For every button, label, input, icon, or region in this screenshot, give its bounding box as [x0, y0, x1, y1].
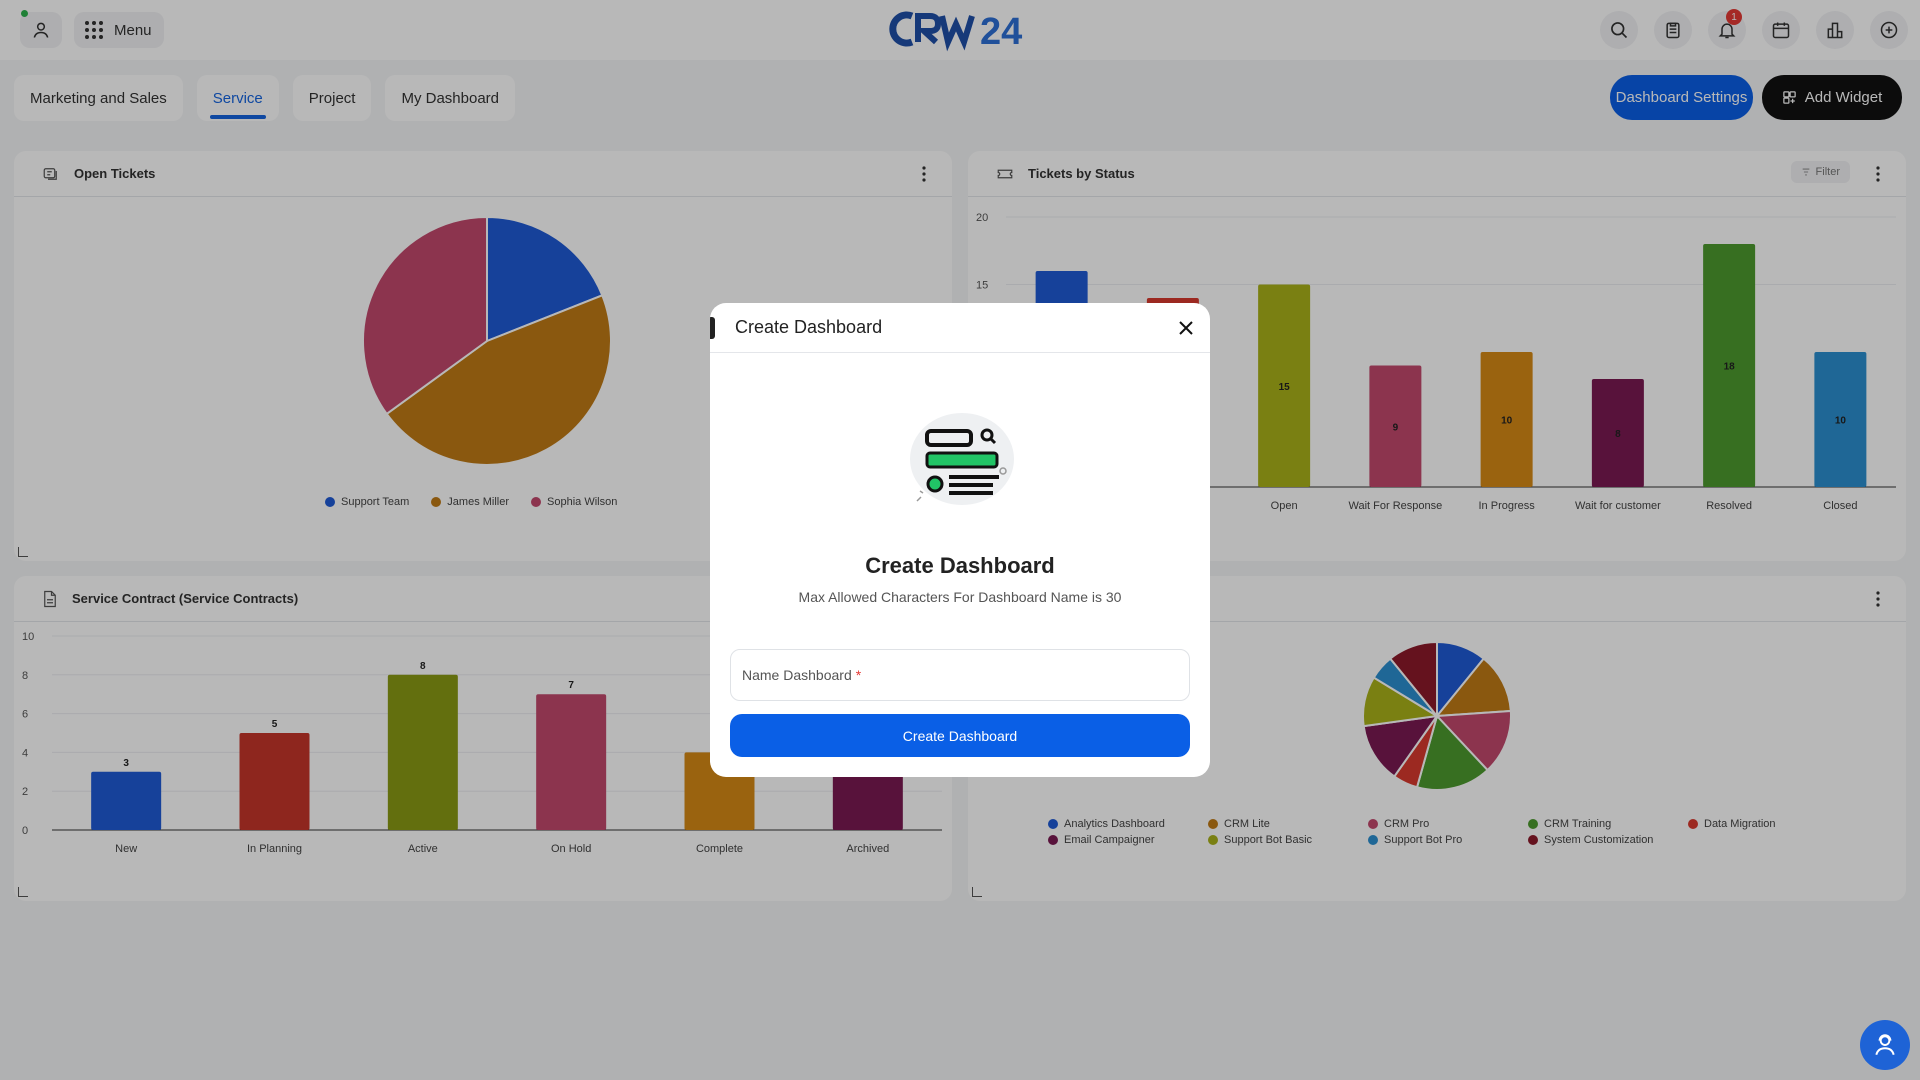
- create-dashboard-modal: Create Dashboard Create Dashboard Max Al…: [710, 303, 1210, 777]
- modal-title: Create Dashboard: [865, 553, 1055, 578]
- close-button[interactable]: [1174, 316, 1198, 340]
- input-placeholder: Name Dashboard: [742, 667, 852, 683]
- required-mark: *: [855, 667, 862, 683]
- modal-header-title: Create Dashboard: [735, 317, 883, 337]
- create-dashboard-button[interactable]: Create Dashboard: [730, 714, 1190, 757]
- support-agent-icon: [1875, 1034, 1895, 1056]
- dashboard-illustration-icon: [910, 413, 1014, 505]
- dashboard-name-input[interactable]: Name Dashboard *: [730, 649, 1190, 701]
- support-chat-button[interactable]: [1860, 1020, 1910, 1070]
- modal-header: Create Dashboard: [710, 303, 1210, 353]
- close-icon: [1179, 321, 1193, 335]
- modal-subtitle: Max Allowed Characters For Dashboard Nam…: [798, 589, 1122, 605]
